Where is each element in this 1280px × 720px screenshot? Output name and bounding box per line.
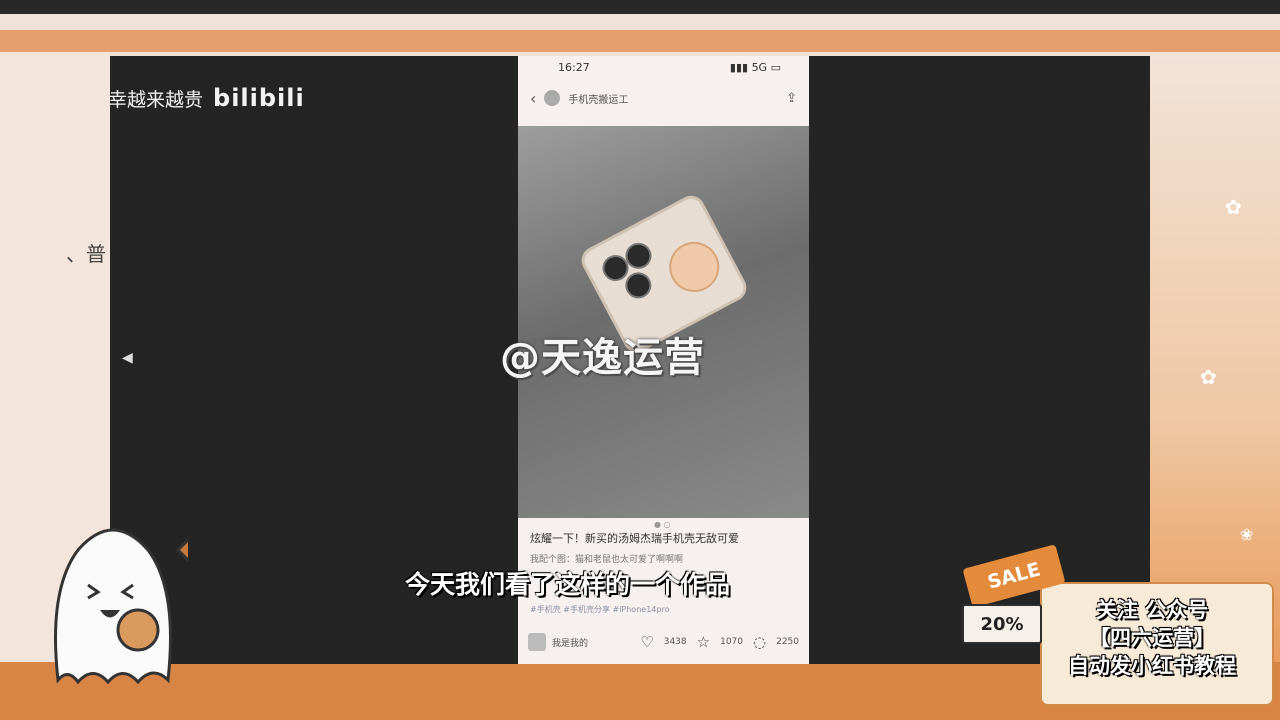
decor-stripe-top xyxy=(0,30,1280,52)
promo-line-3: 自动发小红书教程 xyxy=(1068,654,1236,678)
discount-tag: 20% xyxy=(962,604,1042,644)
post-navbar: ‹ 手机壳搬运工 ⇪ xyxy=(518,78,809,118)
like-icon[interactable]: ♡ xyxy=(640,633,653,651)
post-photo[interactable] xyxy=(518,126,809,518)
like-count: 3438 xyxy=(663,637,687,647)
account-name[interactable]: 手机壳搬运工 xyxy=(568,91,628,106)
post-tags[interactable]: #手机壳 #手机壳分享 #iPhone14pro xyxy=(530,604,669,615)
promo-text: 关注 公众号 【四六运营】 自动发小红书教程 xyxy=(1052,596,1252,680)
flower-icon: ✿ xyxy=(1225,195,1242,219)
side-text: 、普 xyxy=(66,242,106,266)
battery-icon: ▭ xyxy=(770,60,781,74)
comment-count: 2250 xyxy=(776,637,799,647)
phone-grip xyxy=(660,233,729,301)
video-subtitle: 今天我们看了这样的一个作品 xyxy=(405,570,731,599)
carousel-dots: ● ○ xyxy=(654,520,671,529)
status-time: 16:27 xyxy=(558,60,590,74)
author-name: 我是我的 xyxy=(552,638,589,649)
author-avatar xyxy=(528,633,546,651)
author-info[interactable]: 我是我的 xyxy=(528,633,630,651)
brand-tagline: 幸越来越贵 xyxy=(108,89,204,111)
post-action-bar: 我是我的 ♡ 3438 ☆ 1070 ◌ 2250 xyxy=(518,622,809,662)
status-network: ▮▮▮ 5G ▭ xyxy=(729,60,781,74)
flower-icon: ✿ xyxy=(1200,365,1217,389)
video-watermark: @天逸运营 xyxy=(500,335,705,381)
promo-line-1: 关注 公众号 xyxy=(1095,598,1209,622)
favorite-count: 1070 xyxy=(720,637,743,647)
post-title: 炫耀一下！新买的汤姆杰瑞手机壳无敌可爱 xyxy=(530,532,739,545)
back-icon[interactable]: ‹ xyxy=(530,89,536,108)
promo-line-2: 【四六运营】 xyxy=(1089,626,1215,650)
account-avatar[interactable] xyxy=(544,90,561,106)
top-bar xyxy=(0,0,1280,14)
star-icon[interactable]: ☆ xyxy=(697,633,710,651)
left-arrow-icon[interactable]: ◀ xyxy=(122,350,133,366)
comment-icon[interactable]: ◌ xyxy=(753,633,766,651)
flower-icon: ❀ xyxy=(1240,525,1254,544)
share-icon[interactable]: ⇪ xyxy=(786,91,797,106)
right-decor-background xyxy=(1150,52,1280,662)
brand-banner: 幸越来越贵 bilibili xyxy=(108,84,305,112)
bilibili-logo: bilibili xyxy=(213,84,305,112)
ghost-mascot-icon xyxy=(54,528,188,685)
post-description: 我配个图：猫和老鼠也太可爱了啊啊啊 xyxy=(530,555,684,565)
status-bar: 16:27 ▮▮▮ 5G ▭ xyxy=(518,56,809,78)
signal-icon: ▮▮▮ xyxy=(729,60,752,74)
